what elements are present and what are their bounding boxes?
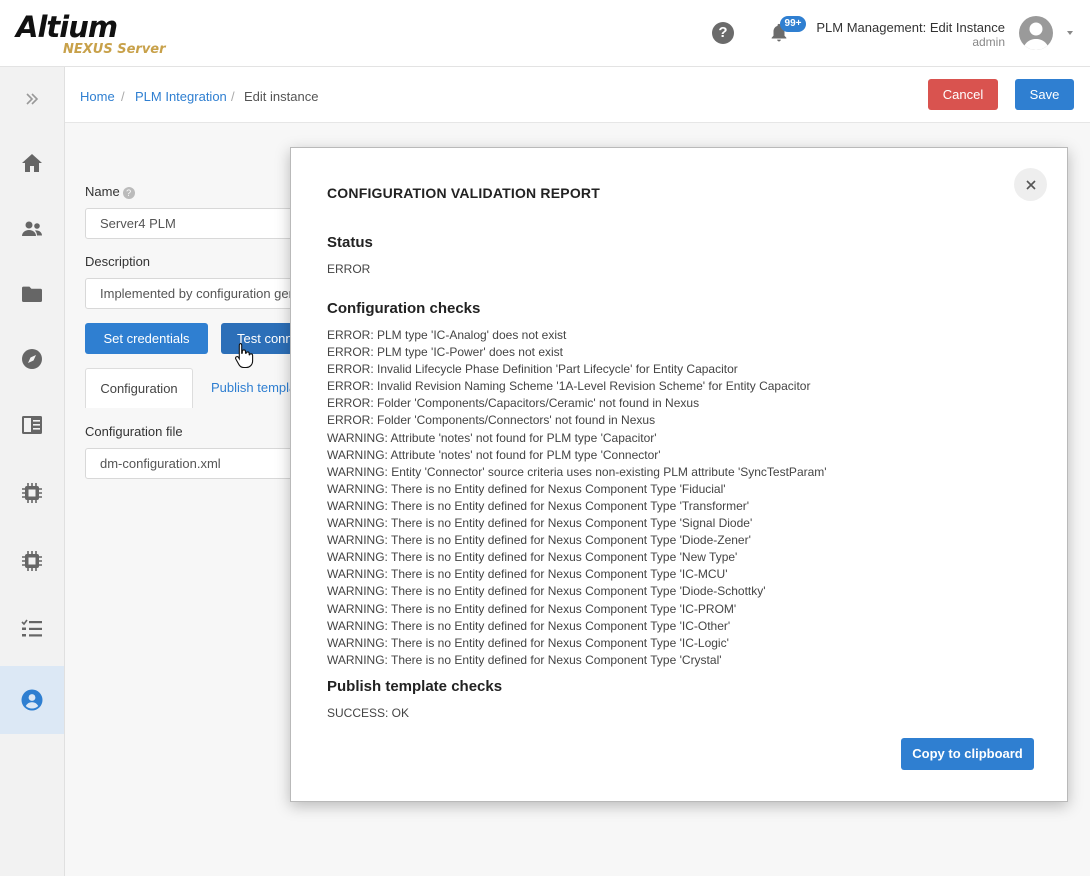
name-label-text: Name (85, 184, 120, 199)
check-item: ERROR: Folder 'Components/Connectors' no… (327, 413, 656, 428)
hand-cursor-icon (235, 342, 254, 368)
user-silhouette-icon (1023, 22, 1049, 50)
check-item: WARNING: Entity 'Connector' source crite… (327, 464, 827, 479)
breadcrumb-current: Edit instance (244, 89, 319, 104)
check-item: WARNING: There is no Entity defined for … (327, 567, 728, 582)
sidebar-item-components[interactable] (0, 463, 64, 523)
check-item: WARNING: There is no Entity defined for … (327, 533, 751, 548)
check-item: ERROR: Folder 'Components/Capacitors/Cer… (327, 396, 700, 411)
check-item: ERROR: PLM type 'IC-Analog' does not exi… (327, 328, 567, 342)
check-item: WARNING: Attribute 'notes' not found for… (327, 447, 661, 462)
check-item: WARNING: There is no Entity defined for … (327, 635, 729, 650)
check-item: WARNING: There is no Entity defined for … (327, 550, 738, 565)
notification-badge: 99+ (780, 16, 806, 32)
test-connection-button[interactable]: Test conn (221, 323, 300, 354)
app-header: Altium NEXUS Server ? 99+ PLM Management… (0, 0, 1090, 67)
chevron-down-icon[interactable] (1067, 31, 1073, 35)
book-icon (22, 416, 42, 434)
sidebar-item-admin[interactable] (0, 666, 64, 734)
sidebar-item-explore[interactable] (0, 329, 64, 389)
configuration-file-label: Configuration file (85, 424, 183, 439)
close-icon (1025, 179, 1036, 190)
save-button[interactable]: Save (1015, 79, 1074, 110)
configuration-checks-heading: Configuration checks (327, 300, 481, 317)
checklist-icon (21, 619, 42, 637)
breadcrumb-separator: / (121, 89, 125, 104)
tab-configuration[interactable]: Configuration (85, 368, 193, 408)
set-credentials-button[interactable]: Set credentials (85, 323, 208, 354)
check-item: WARNING: Attribute 'notes' not found for… (327, 430, 657, 445)
sidebar-item-parts[interactable] (0, 531, 64, 591)
breadcrumb-plm-integration[interactable]: PLM Integration (135, 89, 227, 104)
tab-publish-templates[interactable]: Publish templa (211, 368, 290, 408)
avatar[interactable] (1019, 16, 1053, 50)
compass-icon (22, 349, 42, 369)
logo-wordmark: Altium (16, 10, 118, 44)
dialog-title: CONFIGURATION VALIDATION REPORT (327, 185, 600, 201)
validation-report-dialog: CONFIGURATION VALIDATION REPORT Status E… (290, 147, 1068, 802)
check-item: WARNING: There is no Entity defined for … (327, 584, 766, 599)
altium-logo[interactable]: Altium NEXUS Server (16, 10, 176, 60)
check-item: ERROR: Invalid Lifecycle Phase Definitio… (327, 362, 738, 377)
cancel-button[interactable]: Cancel (928, 79, 998, 110)
name-label: Name? (85, 184, 135, 199)
configuration-checks-list: ERROR: PLM type 'IC-Analog' does not exi… (327, 327, 827, 669)
configuration-file-input[interactable]: dm-configuration.xml (85, 448, 300, 479)
check-item: WARNING: There is no Entity defined for … (327, 652, 722, 667)
check-item: WARNING: There is no Entity defined for … (327, 618, 731, 633)
status-heading: Status (327, 234, 373, 251)
page-title: PLM Management: Edit Instance (816, 20, 1005, 35)
help-icon[interactable]: ? (122, 186, 135, 199)
name-input[interactable]: Server4 PLM (85, 208, 300, 239)
sidebar-item-home[interactable] (0, 133, 64, 193)
publish-result: SUCCESS: OK (327, 706, 410, 720)
check-item: ERROR: PLM type 'IC-Power' does not exis… (327, 345, 563, 360)
sidebar-item-tasks[interactable] (0, 599, 64, 659)
sidebar-item-users[interactable] (0, 199, 64, 259)
copy-to-clipboard-button[interactable]: Copy to clipboard (901, 738, 1034, 770)
users-icon (22, 221, 42, 236)
check-item: WARNING: There is no Entity defined for … (327, 481, 726, 496)
chip-icon (22, 551, 42, 571)
close-button[interactable] (1014, 168, 1047, 201)
description-label: Description (85, 254, 151, 269)
check-item: WARNING: There is no Entity defined for … (327, 601, 737, 616)
user-name: admin (972, 35, 1005, 49)
check-item: WARNING: There is no Entity defined for … (327, 498, 750, 513)
sidebar-item-library[interactable] (0, 395, 64, 455)
folder-icon (22, 286, 42, 302)
publish-checks-heading: Publish template checks (327, 678, 503, 695)
breadcrumb-separator: / (231, 89, 235, 104)
check-item: ERROR: Invalid Revision Naming Scheme '1… (327, 379, 811, 394)
logo-subtitle: NEXUS Server (63, 42, 166, 57)
sidebar-item-folders[interactable] (0, 264, 64, 324)
user-circle-icon (21, 689, 43, 711)
help-icon[interactable]: ? (712, 22, 734, 44)
check-item: WARNING: There is no Entity defined for … (327, 516, 753, 531)
description-input[interactable]: Implemented by configuration ger (85, 278, 300, 309)
sidebar-expand-button[interactable] (0, 69, 64, 129)
status-value: ERROR (327, 262, 371, 276)
chip-icon (22, 483, 42, 503)
expand-chevrons-icon (26, 93, 39, 105)
sidebar (0, 67, 65, 876)
breadcrumb-home[interactable]: Home (80, 89, 115, 104)
home-icon (22, 154, 42, 172)
